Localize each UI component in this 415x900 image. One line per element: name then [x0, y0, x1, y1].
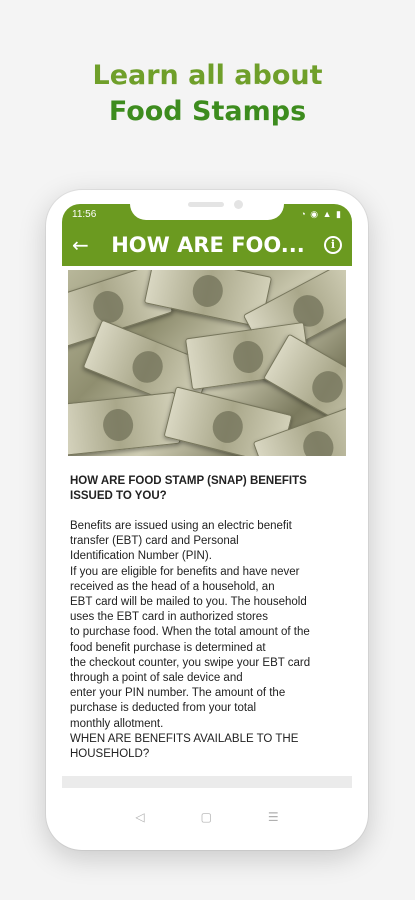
- article-subheading: WHEN ARE BENEFITS AVAILABLE TO THE HOUSE…: [70, 732, 299, 761]
- promo-line-1: Learn all about: [92, 60, 323, 91]
- bill-shape: [68, 391, 181, 456]
- phone-mockup: 11:56 ◔ ◉ ▲ ▮ ← HOW ARE FOO... i 100 HOW…: [46, 190, 368, 850]
- article-content[interactable]: 100 HOW ARE FOOD STAMP (SNAP) BENEFITS I…: [62, 266, 352, 762]
- nav-back-icon[interactable]: ◁: [135, 810, 144, 824]
- app-screen: 11:56 ◔ ◉ ▲ ▮ ← HOW ARE FOO... i 100 HOW…: [62, 204, 352, 788]
- promo-headline: Learn all about Food Stamps: [0, 58, 415, 130]
- status-time: 11:56: [72, 208, 97, 220]
- money-bills-image: 100: [68, 270, 346, 456]
- phone-notch: [130, 190, 284, 220]
- article-heading: HOW ARE FOOD STAMP (SNAP) BENEFITS ISSUE…: [70, 475, 307, 502]
- nav-home-icon[interactable]: ▢: [201, 810, 212, 824]
- front-camera: [234, 200, 243, 209]
- app-bar: ← HOW ARE FOO... i: [62, 224, 352, 266]
- info-icon[interactable]: i: [324, 236, 342, 254]
- bottom-scroll-edge: [62, 776, 352, 788]
- nav-recents-icon[interactable]: ☰: [268, 810, 279, 824]
- speaker-grille: [188, 202, 224, 207]
- status-icons: ◔ ◉ ▲ ▮: [300, 208, 342, 219]
- article-body: Benefits are issued using an electric be…: [70, 520, 311, 730]
- back-arrow-icon[interactable]: ←: [72, 233, 98, 257]
- system-nav-bar: ◁ ▢ ☰: [46, 802, 368, 832]
- page-title: HOW ARE FOO...: [111, 233, 305, 257]
- article-text: HOW ARE FOOD STAMP (SNAP) BENEFITS ISSUE…: [68, 456, 346, 762]
- promo-line-2: Food Stamps: [108, 96, 307, 127]
